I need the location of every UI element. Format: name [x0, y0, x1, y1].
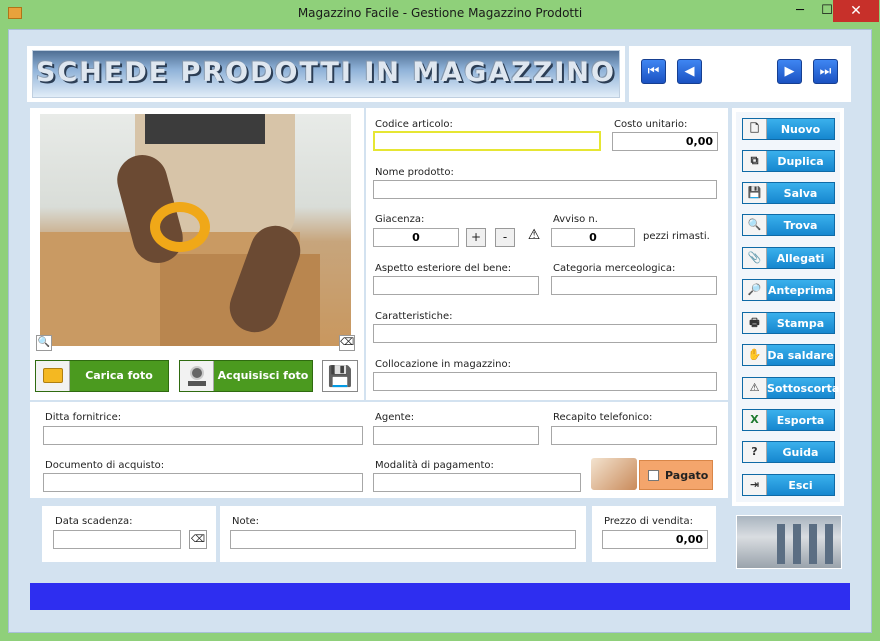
documento-label: Documento di acquisto:: [45, 460, 165, 471]
product-form-panel: [366, 108, 728, 400]
hand-icon: ✋: [743, 345, 767, 365]
giacenza-input[interactable]: [373, 228, 459, 247]
pagato-checkbox[interactable]: Pagato: [639, 460, 713, 490]
warning-icon: ⚠: [743, 378, 767, 398]
product-photo: [40, 114, 351, 346]
ditta-label: Ditta fornitrice:: [45, 412, 122, 423]
sidebar-item-duplica[interactable]: ⧉ Duplica: [742, 150, 835, 172]
arrow-right-icon: ▶: [784, 64, 795, 79]
printer-icon: 🖶: [743, 313, 767, 333]
sidebar-item-sottoscorta[interactable]: ⚠ Sottoscorta: [742, 377, 839, 399]
caratteristiche-label: Caratteristiche:: [375, 311, 453, 322]
modalita-input[interactable]: [373, 473, 581, 492]
nav-first-button[interactable]: ⏮: [641, 59, 666, 84]
costo-input[interactable]: [612, 132, 718, 151]
carica-foto-button[interactable]: Carica foto: [35, 360, 169, 392]
nav-prev-button[interactable]: ◀: [677, 59, 702, 84]
warehouse-image: [736, 515, 842, 569]
collocazione-label: Collocazione in magazzino:: [375, 359, 511, 370]
aspetto-label: Aspetto esteriore del bene:: [375, 263, 512, 274]
nav-next-button[interactable]: ▶: [777, 59, 802, 84]
folder-icon: [43, 368, 63, 383]
save-photo-button[interactable]: 💾: [322, 360, 358, 392]
giacenza-minus-button[interactable]: -: [495, 228, 515, 247]
webcam-icon: [190, 366, 204, 380]
clear-date-button[interactable]: ⌫: [189, 530, 207, 549]
preview-icon: 🔎: [743, 280, 767, 300]
header-banner: SCHEDE PRODOTTI IN MAGAZZINO: [32, 50, 620, 98]
skip-last-icon: ⏭: [819, 64, 832, 79]
note-input[interactable]: [230, 530, 576, 549]
header-banner-text: SCHEDE PRODOTTI IN MAGAZZINO: [36, 57, 616, 88]
note-label: Note:: [232, 516, 260, 527]
payment-hand-icon: [591, 458, 637, 490]
nome-label: Nome prodotto:: [375, 167, 454, 178]
nav-last-button[interactable]: ⏭: [813, 59, 838, 84]
sidebar-item-salva[interactable]: 💾 Salva: [742, 182, 835, 204]
recapito-label: Recapito telefonico:: [553, 412, 653, 423]
categoria-label: Categoria merceologica:: [553, 263, 676, 274]
aspetto-input[interactable]: [373, 276, 539, 295]
sidebar-item-nuovo[interactable]: 🗋 Nuovo: [742, 118, 835, 140]
sidebar-item-allegati[interactable]: 📎 Allegati: [742, 247, 835, 269]
prezzo-input[interactable]: [602, 530, 708, 549]
status-bar: [30, 583, 850, 610]
giacenza-plus-button[interactable]: +: [466, 228, 486, 247]
sidebar-item-da-saldare[interactable]: ✋ Da saldare: [742, 344, 835, 366]
search-icon: 🔍: [743, 215, 767, 235]
sidebar-item-guida[interactable]: ? Guida: [742, 441, 835, 463]
exit-icon: ⇥: [743, 475, 767, 495]
recapito-input[interactable]: [551, 426, 717, 445]
floppy-icon: 💾: [743, 183, 767, 203]
data-scadenza-input[interactable]: [53, 530, 181, 549]
data-scadenza-label: Data scadenza:: [55, 516, 133, 527]
costo-label: Costo unitario:: [614, 119, 688, 130]
nome-input[interactable]: [373, 180, 717, 199]
new-document-icon: 🗋: [743, 119, 767, 139]
ditta-input[interactable]: [43, 426, 363, 445]
sidebar-item-stampa[interactable]: 🖶 Stampa: [742, 312, 835, 334]
excel-icon: X: [743, 410, 767, 430]
agente-input[interactable]: [373, 426, 539, 445]
sidebar-item-anteprima[interactable]: 🔎 Anteprima: [742, 279, 835, 301]
sidebar-item-esporta[interactable]: X Esporta: [742, 409, 835, 431]
help-icon: ?: [743, 442, 767, 462]
window-title: Magazzino Facile - Gestione Magazzino Pr…: [297, 6, 583, 20]
avviso-input[interactable]: [551, 228, 635, 247]
eraser-icon: ⌫: [340, 337, 355, 348]
collocazione-input[interactable]: [373, 372, 717, 391]
pezzi-label: pezzi rimasti.: [643, 231, 710, 242]
giacenza-label: Giacenza:: [375, 214, 425, 225]
sidebar-item-esci[interactable]: ⇥ Esci: [742, 474, 835, 496]
codice-label: Codice articolo:: [375, 119, 453, 130]
caratteristiche-input[interactable]: [373, 324, 717, 343]
prezzo-label: Prezzo di vendita:: [604, 516, 693, 527]
sidebar-item-trova[interactable]: 🔍 Trova: [742, 214, 835, 236]
zoom-photo-button[interactable]: 🔍: [36, 335, 52, 351]
paperclip-icon: 📎: [743, 248, 767, 268]
zoom-icon: 🔍: [37, 337, 51, 348]
clear-photo-button[interactable]: ⌫: [339, 335, 355, 351]
documento-input[interactable]: [43, 473, 363, 492]
codice-input[interactable]: [373, 131, 601, 151]
categoria-input[interactable]: [551, 276, 717, 295]
skip-first-icon: ⏮: [647, 64, 660, 79]
eraser-icon: ⌫: [190, 534, 206, 545]
main-client-area: SCHEDE PRODOTTI IN MAGAZZINO ⏮ ◀ ▶ ⏭ 🔍 ⌫…: [8, 29, 872, 633]
close-button[interactable]: ✕: [833, 0, 879, 22]
warning-icon: ⚠: [527, 227, 541, 243]
copy-icon: ⧉: [743, 151, 767, 171]
pagato-checkbox-box[interactable]: [648, 470, 659, 481]
acquisisci-foto-button[interactable]: Acquisisci foto: [179, 360, 313, 392]
arrow-left-icon: ◀: [684, 64, 695, 79]
title-bar: Magazzino Facile - Gestione Magazzino Pr…: [0, 0, 880, 28]
modalita-label: Modalità di pagamento:: [375, 460, 494, 471]
agente-label: Agente:: [375, 412, 415, 423]
minimize-button[interactable]: ─: [785, 0, 815, 22]
floppy-icon: 💾: [327, 364, 353, 388]
avviso-label: Avviso n.: [553, 214, 598, 225]
